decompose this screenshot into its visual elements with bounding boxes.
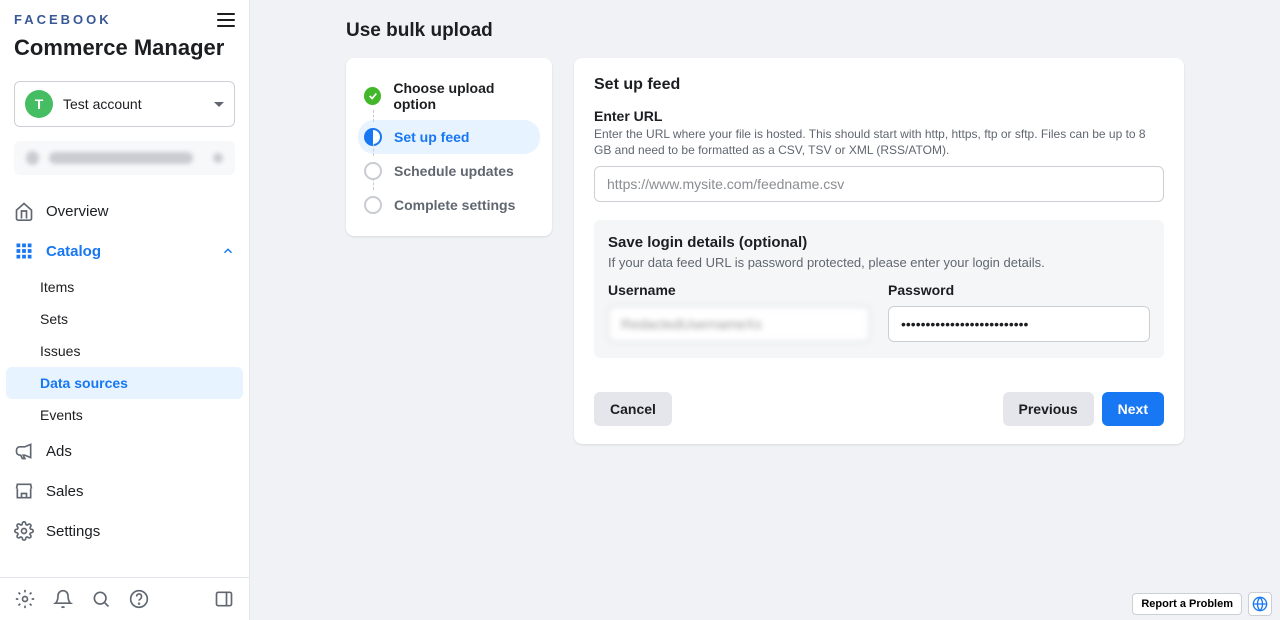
gear-icon: [14, 521, 34, 541]
login-title: Save login details (optional): [608, 234, 1150, 251]
panel-title: Set up feed: [594, 76, 1164, 94]
step-label: Complete settings: [394, 197, 515, 213]
sidebar: FACEBOOK Commerce Manager T Test account…: [0, 0, 250, 620]
megaphone-icon: [14, 441, 34, 461]
empty-circle-icon: [364, 196, 382, 214]
main-content: Use bulk upload Choose upload option Set…: [250, 0, 1280, 620]
facebook-wordmark: FACEBOOK: [14, 12, 112, 27]
notifications-icon[interactable]: [52, 588, 74, 610]
login-help-text: If your data feed URL is password protec…: [608, 255, 1150, 270]
help-icon[interactable]: [128, 588, 150, 610]
url-help-text: Enter the URL where your file is hosted.…: [594, 126, 1164, 158]
sidebar-item-label: Catalog: [46, 243, 101, 260]
sidebar-item-ads[interactable]: Ads: [0, 431, 249, 471]
sidebar-subitem-issues[interactable]: Issues: [0, 335, 249, 367]
sidebar-subitem-sets[interactable]: Sets: [0, 303, 249, 335]
step-label: Schedule updates: [394, 163, 514, 179]
password-label: Password: [888, 282, 1150, 298]
app-title: Commerce Manager: [14, 35, 235, 61]
previous-button[interactable]: Previous: [1003, 392, 1094, 426]
report-row: Report a Problem: [1132, 592, 1272, 616]
sidebar-subitem-data-sources[interactable]: Data sources: [6, 367, 243, 399]
chevron-down-icon: [214, 102, 224, 107]
step-label: Set up feed: [394, 129, 469, 145]
step-set-up-feed[interactable]: Set up feed: [358, 120, 540, 154]
login-details-box: Save login details (optional) If your da…: [594, 220, 1164, 358]
page-title: Use bulk upload: [346, 20, 1184, 42]
sidebar-subitem-items[interactable]: Items: [0, 271, 249, 303]
wizard-stepper: Choose upload option Set up feed Schedul…: [346, 58, 552, 236]
sidebar-item-label: Overview: [46, 203, 109, 220]
sidebar-footer: [0, 577, 249, 620]
account-name: Test account: [63, 96, 204, 112]
report-problem-button[interactable]: Report a Problem: [1132, 593, 1242, 615]
feed-url-input[interactable]: [594, 166, 1164, 202]
setup-feed-panel: Set up feed Enter URL Enter the URL wher…: [574, 58, 1184, 444]
home-icon: [14, 201, 34, 221]
sidebar-nav: Overview Catalog Items Sets Issues Data …: [0, 187, 249, 577]
next-button[interactable]: Next: [1102, 392, 1164, 426]
account-selector[interactable]: T Test account: [14, 81, 235, 127]
sidebar-item-sales[interactable]: Sales: [0, 471, 249, 511]
check-icon: [364, 87, 381, 105]
username-input[interactable]: [608, 306, 870, 342]
account-avatar: T: [25, 90, 53, 118]
secondary-account-row[interactable]: [14, 141, 235, 175]
chevron-up-icon: [221, 244, 235, 258]
sidebar-header: FACEBOOK Commerce Manager: [0, 0, 249, 71]
url-label: Enter URL: [594, 108, 1164, 124]
sidebar-item-label: Settings: [46, 523, 100, 540]
search-icon[interactable]: [90, 588, 112, 610]
menu-toggle-button[interactable]: [217, 13, 235, 27]
username-label: Username: [608, 282, 870, 298]
step-choose-upload-option[interactable]: Choose upload option: [358, 72, 540, 120]
panel-actions: Cancel Previous Next: [594, 364, 1164, 426]
settings-icon[interactable]: [14, 588, 36, 610]
sidebar-subitem-events[interactable]: Events: [0, 399, 249, 431]
shop-icon: [14, 481, 34, 501]
sidebar-item-settings[interactable]: Settings: [0, 511, 249, 551]
sidebar-item-overview[interactable]: Overview: [0, 191, 249, 231]
redacted-status-dot: [213, 153, 223, 163]
language-button[interactable]: [1248, 592, 1272, 616]
step-complete-settings[interactable]: Complete settings: [358, 188, 540, 222]
sidebar-item-label: Sales: [46, 483, 84, 500]
redacted-avatar: [26, 151, 39, 165]
password-input[interactable]: [888, 306, 1150, 342]
sidebar-item-label: Ads: [46, 443, 72, 460]
sidebar-item-catalog[interactable]: Catalog: [0, 231, 249, 271]
redacted-text: [49, 152, 193, 164]
panel-toggle-icon[interactable]: [213, 588, 235, 610]
grid-icon: [14, 241, 34, 261]
content-columns: Choose upload option Set up feed Schedul…: [346, 58, 1184, 444]
cancel-button[interactable]: Cancel: [594, 392, 672, 426]
step-label: Choose upload option: [393, 80, 534, 112]
step-schedule-updates[interactable]: Schedule updates: [358, 154, 540, 188]
